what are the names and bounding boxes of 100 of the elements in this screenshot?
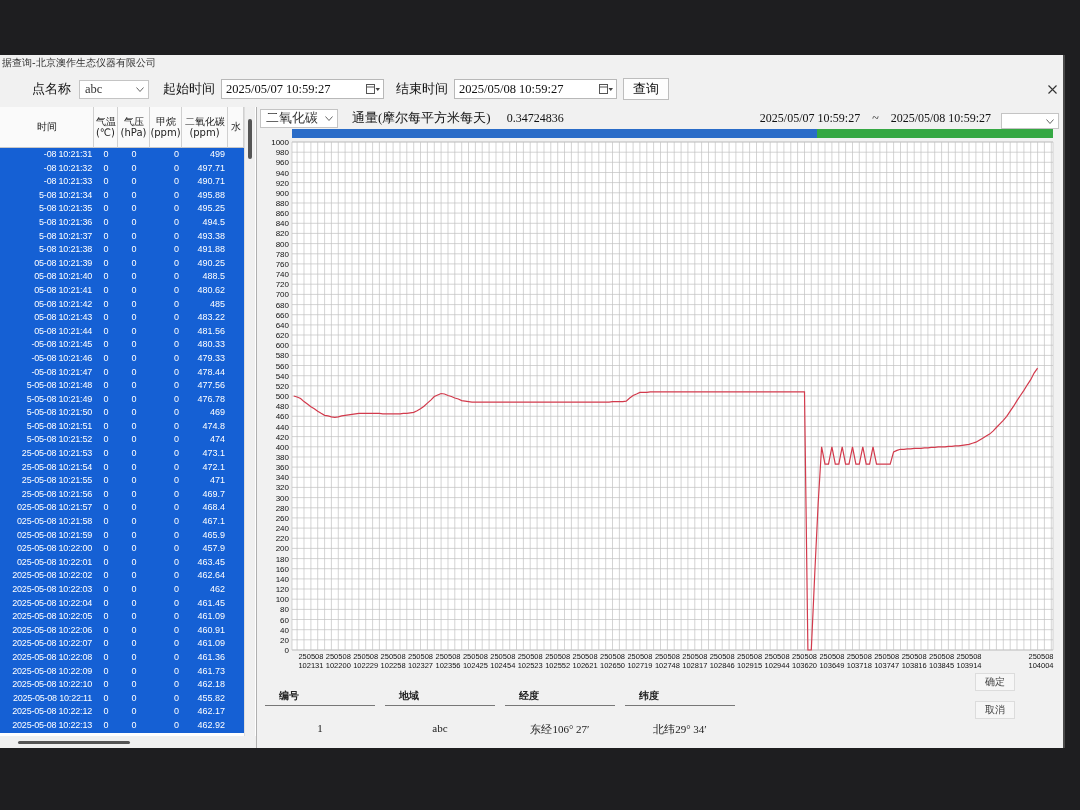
y-tick-label: 480	[275, 402, 289, 412]
start-time-field[interactable]: 2025/05/07 10:59:27	[221, 79, 384, 99]
scrollbar-thumb[interactable]	[248, 119, 252, 159]
dropdown-field[interactable]	[1001, 113, 1059, 129]
table-cell-text: 0	[102, 351, 110, 365]
confirm-button[interactable]: 确定	[975, 673, 1015, 691]
table-cell-text: 474.8	[201, 419, 226, 433]
table-cell-text: 0	[173, 487, 180, 501]
table-cell-text: 0	[130, 229, 138, 243]
table-row[interactable]: 5-08 10:21:35 0 0 0 495.25	[0, 202, 244, 216]
table-cell-text: 0	[102, 569, 110, 583]
calendar-dropdown-icon[interactable]	[366, 84, 380, 94]
table-cell-text: 471	[208, 474, 226, 488]
y-tick-label: 360	[275, 463, 289, 473]
y-tick-label: 320	[275, 483, 289, 493]
y-tick-label: 340	[275, 473, 289, 483]
y-tick-label: 100	[275, 595, 289, 605]
table-cell-text: 05-08 10:21:40	[33, 270, 93, 284]
table-cell-text: 25-05-08 10:21:53	[20, 447, 93, 461]
table-row[interactable]: 025-05-08 10:21:58 0 0 0 467.1	[0, 515, 244, 529]
table-cell-text: 0	[102, 311, 110, 325]
table-cell-text: 474	[208, 433, 226, 447]
scrollbar-thumb[interactable]	[18, 740, 130, 744]
cancel-button[interactable]: 取消	[975, 701, 1015, 719]
table-cell-text: 0	[130, 297, 138, 311]
table-cell-text: 0	[130, 460, 138, 474]
table-row[interactable]: -08 10:21:31 0 0 0 499	[0, 148, 244, 162]
table-cell-text: 0	[102, 460, 110, 474]
y-tick-label: 660	[275, 310, 289, 320]
y-tick-label: 400	[275, 442, 289, 452]
table-cell-text: 0	[102, 583, 110, 596]
table-cell-text: 2025-05-08 10:22:04	[11, 596, 93, 610]
table-row[interactable]: 05-08 10:21:43 0 0 0 483.22	[0, 311, 244, 325]
info-header: 地域	[385, 689, 495, 706]
table-cell-text: 0	[130, 188, 138, 202]
table-row[interactable]: 5-05-08 10:21:48 0 0 0 477.56	[0, 379, 244, 393]
table-row[interactable]: 2025-05-08 10:22:10 0 0 0 462.18	[0, 678, 244, 692]
end-time-label: 结束时间	[396, 80, 448, 98]
table-cell-text: 05-08 10:21:42	[33, 297, 93, 311]
calendar-dropdown-icon[interactable]	[599, 84, 613, 94]
table-cell-text: -05-08 10:21:45	[30, 338, 93, 352]
table-cell-text: 0	[173, 243, 180, 257]
table-row[interactable]: 25-05-08 10:21:53 0 0 0 473.1	[0, 447, 244, 461]
y-tick-label: 740	[275, 270, 289, 280]
table-cell-text: 473.1	[201, 447, 226, 461]
y-tick-label: 800	[275, 239, 289, 249]
table-cell-text: 0	[130, 419, 138, 433]
table-cell-text: 0	[102, 664, 110, 678]
table-cell-text: 0	[102, 283, 110, 297]
table-row[interactable]: 2025-05-08 10:22:07 0 0 0 461.09	[0, 637, 244, 651]
y-tick-label: 460	[275, 412, 289, 422]
table-cell-text: -08 10:21:33	[42, 175, 93, 189]
table-row[interactable]: 25-05-08 10:21:55 0 0 0 471	[0, 474, 244, 488]
table-row[interactable]: 2025-05-08 10:22:05 0 0 0 461.09	[0, 610, 244, 624]
table-cell-text: 0	[173, 555, 180, 569]
table-cell-text: 0	[102, 528, 110, 542]
start-time-label: 起始时间	[163, 80, 215, 98]
table-row[interactable]: 5-05-08 10:21:52 0 0 0 474	[0, 433, 244, 448]
gas-select[interactable]: 二氧化碳	[260, 108, 338, 128]
table-cell-text: 0	[102, 678, 110, 692]
table-cell-text: 2025-05-08 10:22:03	[11, 583, 93, 596]
y-tick-label: 500	[275, 392, 289, 401]
table-cell-text: 0	[130, 447, 138, 461]
table-row[interactable]: -05-08 10:21:45 0 0 0 480.33	[0, 338, 244, 352]
table-cell-text: 0	[102, 324, 110, 338]
table-cell-text: 493.38	[196, 229, 226, 243]
query-button[interactable]: 查询	[623, 78, 669, 100]
table-cell-text: 460.91	[196, 623, 226, 637]
close-icon[interactable]	[1048, 84, 1057, 94]
info-header: 纬度	[625, 689, 735, 706]
end-time-field[interactable]: 2025/05/08 10:59:27	[454, 79, 617, 99]
table-cell-text: 0	[102, 175, 110, 189]
table-cell-text: 0	[130, 433, 138, 447]
chevron-down-icon	[1046, 118, 1054, 124]
table-cell-text: 0	[130, 637, 138, 651]
table-cell-text: 488.5	[201, 270, 226, 284]
y-tick-label: 620	[275, 331, 289, 340]
table-cell-text: 0	[173, 188, 180, 202]
table-cell-text: 467.1	[201, 515, 226, 529]
table-row[interactable]: 2025-05-08 10:22:03 0 0 0 462	[0, 583, 244, 597]
table-cell-text: 477.56	[196, 379, 226, 393]
table-row[interactable]: -08 10:21:33 0 0 0 490.71	[0, 175, 244, 189]
table-row[interactable]: 2025-05-08 10:22:12 0 0 0 462.17	[0, 705, 244, 719]
table-cell-text: 25-05-08 10:21:55	[20, 474, 93, 488]
table-row[interactable]: 5-05-08 10:21:50 0 0 0 469	[0, 406, 244, 420]
table-cell-text: 0	[130, 243, 138, 257]
y-tick-label: 760	[275, 259, 289, 269]
table-row[interactable]: 2025-05-08 10:22:02 0 0 0 462.64	[0, 569, 244, 583]
table-cell-text: 0	[130, 392, 138, 406]
table-cell-text: 0	[130, 664, 138, 678]
y-tick-label: 280	[275, 503, 289, 513]
station-select[interactable]: abc	[79, 79, 149, 99]
table-cell-text: 462.17	[196, 705, 226, 719]
table-row[interactable]: 5-08 10:21:38 0 0 0 491.88	[0, 243, 244, 257]
table-row[interactable]: 025-05-08 10:21:57 0 0 0 468.4	[0, 501, 244, 516]
table-row[interactable]: 025-05-08 10:22:00 0 0 0 457.9	[0, 542, 244, 556]
table-cell-text: 0	[102, 379, 110, 393]
table-cell-text: 0	[173, 297, 180, 311]
table-cell-text: 5-08 10:21:35	[38, 202, 93, 216]
table-row[interactable]: 05-08 10:21:40 0 0 0 488.5	[0, 270, 244, 284]
